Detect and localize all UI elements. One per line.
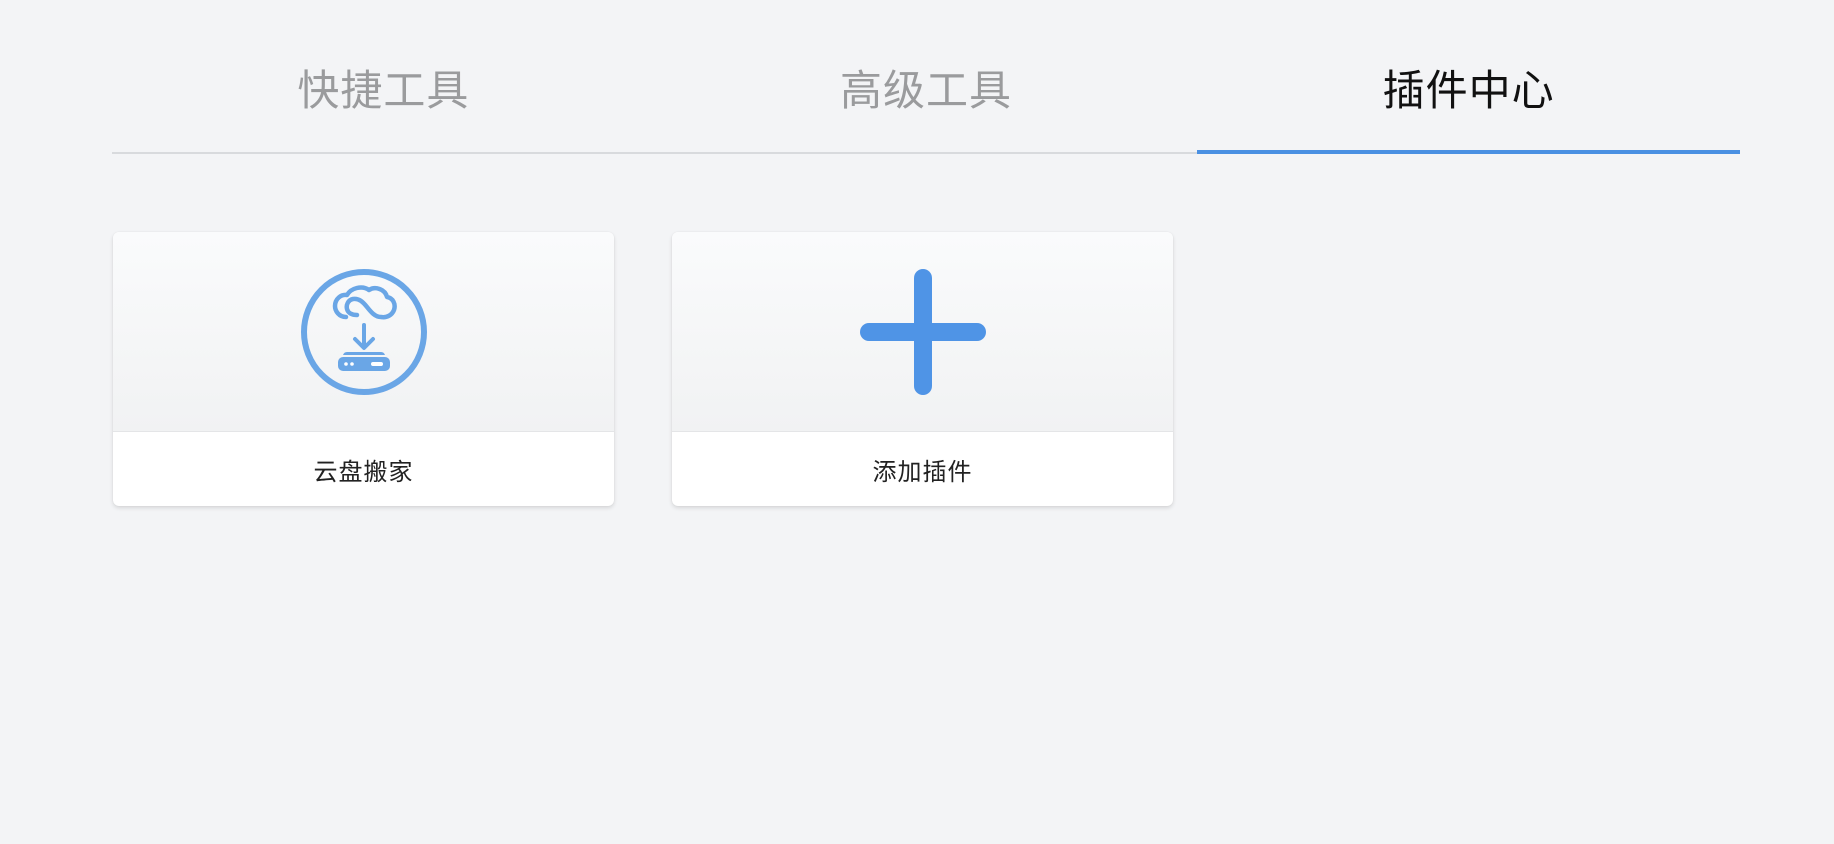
plugin-card-cloud-move[interactable]: 云盘搬家 bbox=[113, 232, 614, 506]
tab-plugin-center[interactable]: 插件中心 bbox=[1197, 40, 1740, 154]
tab-label: 插件中心 bbox=[1382, 65, 1555, 115]
tab-advanced-tools[interactable]: 高级工具 bbox=[655, 40, 1198, 152]
card-icon-area bbox=[672, 232, 1173, 432]
tab-bar: 快捷工具 高级工具 插件中心 bbox=[112, 40, 1740, 154]
tab-quick-tools[interactable]: 快捷工具 bbox=[112, 40, 655, 152]
card-label: 添加插件 bbox=[872, 457, 973, 486]
plugin-card-list: 云盘搬家 添加插件 bbox=[113, 232, 1173, 506]
tab-label: 快捷工具 bbox=[297, 65, 470, 115]
plugin-card-add-plugin[interactable]: 添加插件 bbox=[672, 232, 1173, 506]
plus-icon bbox=[859, 268, 986, 395]
tab-label: 高级工具 bbox=[840, 65, 1013, 115]
cloud-download-circle-icon bbox=[300, 268, 427, 395]
plugin-center-page: 快捷工具 高级工具 插件中心 云盘搬家 添加插件 bbox=[0, 0, 1834, 844]
card-label: 云盘搬家 bbox=[313, 457, 414, 486]
card-icon-area bbox=[113, 232, 614, 432]
